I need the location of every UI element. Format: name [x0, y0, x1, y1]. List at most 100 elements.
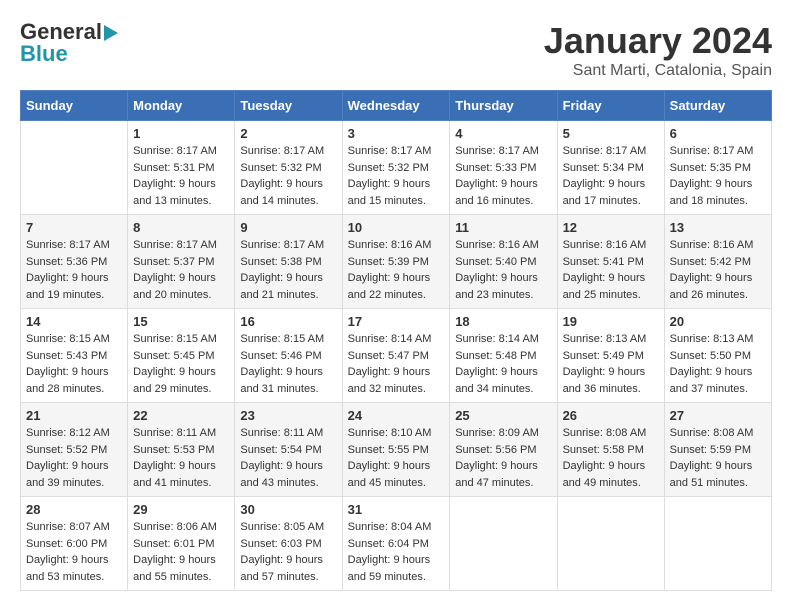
day-info: Sunrise: 8:17 AMSunset: 5:34 PMDaylight:…: [563, 143, 659, 209]
calendar-week-row: 28 Sunrise: 8:07 AMSunset: 6:00 PMDayligh…: [21, 497, 772, 591]
calendar-cell: 5 Sunrise: 8:17 AMSunset: 5:34 PMDaylight…: [557, 121, 664, 215]
calendar-cell: 6 Sunrise: 8:17 AMSunset: 5:35 PMDaylight…: [664, 121, 771, 215]
location: Sant Marti, Catalonia, Spain: [544, 62, 772, 80]
day-number: 31: [348, 502, 445, 517]
calendar-cell: 27 Sunrise: 8:08 AMSunset: 5:59 PMDayligh…: [664, 403, 771, 497]
calendar-cell: 7 Sunrise: 8:17 AMSunset: 5:36 PMDaylight…: [21, 215, 128, 309]
calendar-cell: 19 Sunrise: 8:13 AMSunset: 5:49 PMDayligh…: [557, 309, 664, 403]
title-block: January 2024 Sant Marti, Catalonia, Spai…: [544, 20, 772, 80]
day-number: 24: [348, 408, 445, 423]
day-info: Sunrise: 8:13 AMSunset: 5:49 PMDaylight:…: [563, 331, 659, 397]
day-number: 22: [133, 408, 229, 423]
day-info: Sunrise: 8:17 AMSunset: 5:36 PMDaylight:…: [26, 237, 122, 303]
calendar-cell: 28 Sunrise: 8:07 AMSunset: 6:00 PMDayligh…: [21, 497, 128, 591]
calendar-week-row: 21Sunrise: 8:12 AMSunset: 5:52 PMDayligh…: [21, 403, 772, 497]
day-info: Sunrise: 8:08 AMSunset: 5:59 PMDaylight:…: [670, 425, 766, 491]
day-number: 1: [133, 126, 229, 141]
day-number: 17: [348, 314, 445, 329]
day-info: Sunrise: 8:15 AMSunset: 5:45 PMDaylight:…: [133, 331, 229, 397]
day-number: 20: [670, 314, 766, 329]
day-info: Sunrise: 8:16 AMSunset: 5:42 PMDaylight:…: [670, 237, 766, 303]
calendar-cell: 1Sunrise: 8:17 AMSunset: 5:31 PMDaylight…: [128, 121, 235, 215]
calendar-cell: 23 Sunrise: 8:11 AMSunset: 5:54 PMDayligh…: [235, 403, 342, 497]
day-number: 27: [670, 408, 766, 423]
calendar-week-row: 1Sunrise: 8:17 AMSunset: 5:31 PMDaylight…: [21, 121, 772, 215]
calendar-cell: 22 Sunrise: 8:11 AMSunset: 5:53 PMDayligh…: [128, 403, 235, 497]
month-title: January 2024: [544, 20, 772, 62]
day-number: 23: [240, 408, 336, 423]
day-info: Sunrise: 8:16 AMSunset: 5:40 PMDaylight:…: [455, 237, 551, 303]
day-number: 10: [348, 220, 445, 235]
calendar-cell: 4 Sunrise: 8:17 AMSunset: 5:33 PMDaylight…: [450, 121, 557, 215]
calendar-cell: [450, 497, 557, 591]
day-info: Sunrise: 8:08 AMSunset: 5:58 PMDaylight:…: [563, 425, 659, 491]
calendar-cell: 2 Sunrise: 8:17 AMSunset: 5:32 PMDaylight…: [235, 121, 342, 215]
calendar-table: SundayMondayTuesdayWednesdayThursdayFrid…: [20, 90, 772, 591]
calendar-cell: 14Sunrise: 8:15 AMSunset: 5:43 PMDayligh…: [21, 309, 128, 403]
calendar-cell: 31 Sunrise: 8:04 AMSunset: 6:04 PMDayligh…: [342, 497, 450, 591]
day-number: 18: [455, 314, 551, 329]
day-number: 4: [455, 126, 551, 141]
day-info: Sunrise: 8:11 AMSunset: 5:54 PMDaylight:…: [240, 425, 336, 491]
calendar-cell: 11Sunrise: 8:16 AMSunset: 5:40 PMDayligh…: [450, 215, 557, 309]
day-info: Sunrise: 8:13 AMSunset: 5:50 PMDaylight:…: [670, 331, 766, 397]
day-number: 5: [563, 126, 659, 141]
day-info: Sunrise: 8:14 AMSunset: 5:48 PMDaylight:…: [455, 331, 551, 397]
day-info: Sunrise: 8:04 AMSunset: 6:04 PMDaylight:…: [348, 519, 445, 585]
day-info: Sunrise: 8:10 AMSunset: 5:55 PMDaylight:…: [348, 425, 445, 491]
weekday-header: Saturday: [664, 91, 771, 121]
calendar-cell: 8 Sunrise: 8:17 AMSunset: 5:37 PMDaylight…: [128, 215, 235, 309]
calendar-cell: [664, 497, 771, 591]
calendar-cell: 21Sunrise: 8:12 AMSunset: 5:52 PMDayligh…: [21, 403, 128, 497]
calendar-cell: 26 Sunrise: 8:08 AMSunset: 5:58 PMDayligh…: [557, 403, 664, 497]
day-info: Sunrise: 8:17 AMSunset: 5:32 PMDaylight:…: [240, 143, 336, 209]
day-number: 9: [240, 220, 336, 235]
day-info: Sunrise: 8:07 AMSunset: 6:00 PMDaylight:…: [26, 519, 122, 585]
day-info: Sunrise: 8:09 AMSunset: 5:56 PMDaylight:…: [455, 425, 551, 491]
calendar-week-row: 7 Sunrise: 8:17 AMSunset: 5:36 PMDaylight…: [21, 215, 772, 309]
calendar-cell: 29Sunrise: 8:06 AMSunset: 6:01 PMDayligh…: [128, 497, 235, 591]
calendar-cell: 15Sunrise: 8:15 AMSunset: 5:45 PMDayligh…: [128, 309, 235, 403]
page-header: General Blue January 2024 Sant Marti, Ca…: [20, 20, 772, 80]
day-number: 13: [670, 220, 766, 235]
day-number: 28: [26, 502, 122, 517]
day-number: 8: [133, 220, 229, 235]
day-info: Sunrise: 8:17 AMSunset: 5:35 PMDaylight:…: [670, 143, 766, 209]
calendar-cell: 17 Sunrise: 8:14 AMSunset: 5:47 PMDayligh…: [342, 309, 450, 403]
weekday-header: Monday: [128, 91, 235, 121]
weekday-header: Tuesday: [235, 91, 342, 121]
day-number: 12: [563, 220, 659, 235]
day-info: Sunrise: 8:17 AMSunset: 5:33 PMDaylight:…: [455, 143, 551, 209]
day-number: 7: [26, 220, 122, 235]
day-info: Sunrise: 8:05 AMSunset: 6:03 PMDaylight:…: [240, 519, 336, 585]
calendar-cell: 30Sunrise: 8:05 AMSunset: 6:03 PMDayligh…: [235, 497, 342, 591]
calendar-cell: 18 Sunrise: 8:14 AMSunset: 5:48 PMDayligh…: [450, 309, 557, 403]
day-info: Sunrise: 8:14 AMSunset: 5:47 PMDaylight:…: [348, 331, 445, 397]
day-info: Sunrise: 8:17 AMSunset: 5:38 PMDaylight:…: [240, 237, 336, 303]
logo: General Blue: [20, 20, 118, 66]
day-info: Sunrise: 8:17 AMSunset: 5:32 PMDaylight:…: [348, 143, 445, 209]
day-number: 6: [670, 126, 766, 141]
calendar-cell: 25 Sunrise: 8:09 AMSunset: 5:56 PMDayligh…: [450, 403, 557, 497]
day-number: 25: [455, 408, 551, 423]
day-number: 2: [240, 126, 336, 141]
day-info: Sunrise: 8:17 AMSunset: 5:37 PMDaylight:…: [133, 237, 229, 303]
day-number: 19: [563, 314, 659, 329]
day-info: Sunrise: 8:16 AMSunset: 5:39 PMDaylight:…: [348, 237, 445, 303]
calendar-cell: 10 Sunrise: 8:16 AMSunset: 5:39 PMDayligh…: [342, 215, 450, 309]
calendar-cell: 12 Sunrise: 8:16 AMSunset: 5:41 PMDayligh…: [557, 215, 664, 309]
day-number: 16: [240, 314, 336, 329]
day-info: Sunrise: 8:11 AMSunset: 5:53 PMDaylight:…: [133, 425, 229, 491]
calendar-cell: [557, 497, 664, 591]
weekday-header: Wednesday: [342, 91, 450, 121]
calendar-cell: 24 Sunrise: 8:10 AMSunset: 5:55 PMDayligh…: [342, 403, 450, 497]
day-number: 14: [26, 314, 122, 329]
logo-arrow-icon: [104, 25, 118, 41]
day-number: 26: [563, 408, 659, 423]
day-info: Sunrise: 8:06 AMSunset: 6:01 PMDaylight:…: [133, 519, 229, 585]
calendar-cell: [21, 121, 128, 215]
weekday-header: Sunday: [21, 91, 128, 121]
calendar-cell: 20 Sunrise: 8:13 AMSunset: 5:50 PMDayligh…: [664, 309, 771, 403]
day-info: Sunrise: 8:15 AMSunset: 5:46 PMDaylight:…: [240, 331, 336, 397]
day-info: Sunrise: 8:16 AMSunset: 5:41 PMDaylight:…: [563, 237, 659, 303]
